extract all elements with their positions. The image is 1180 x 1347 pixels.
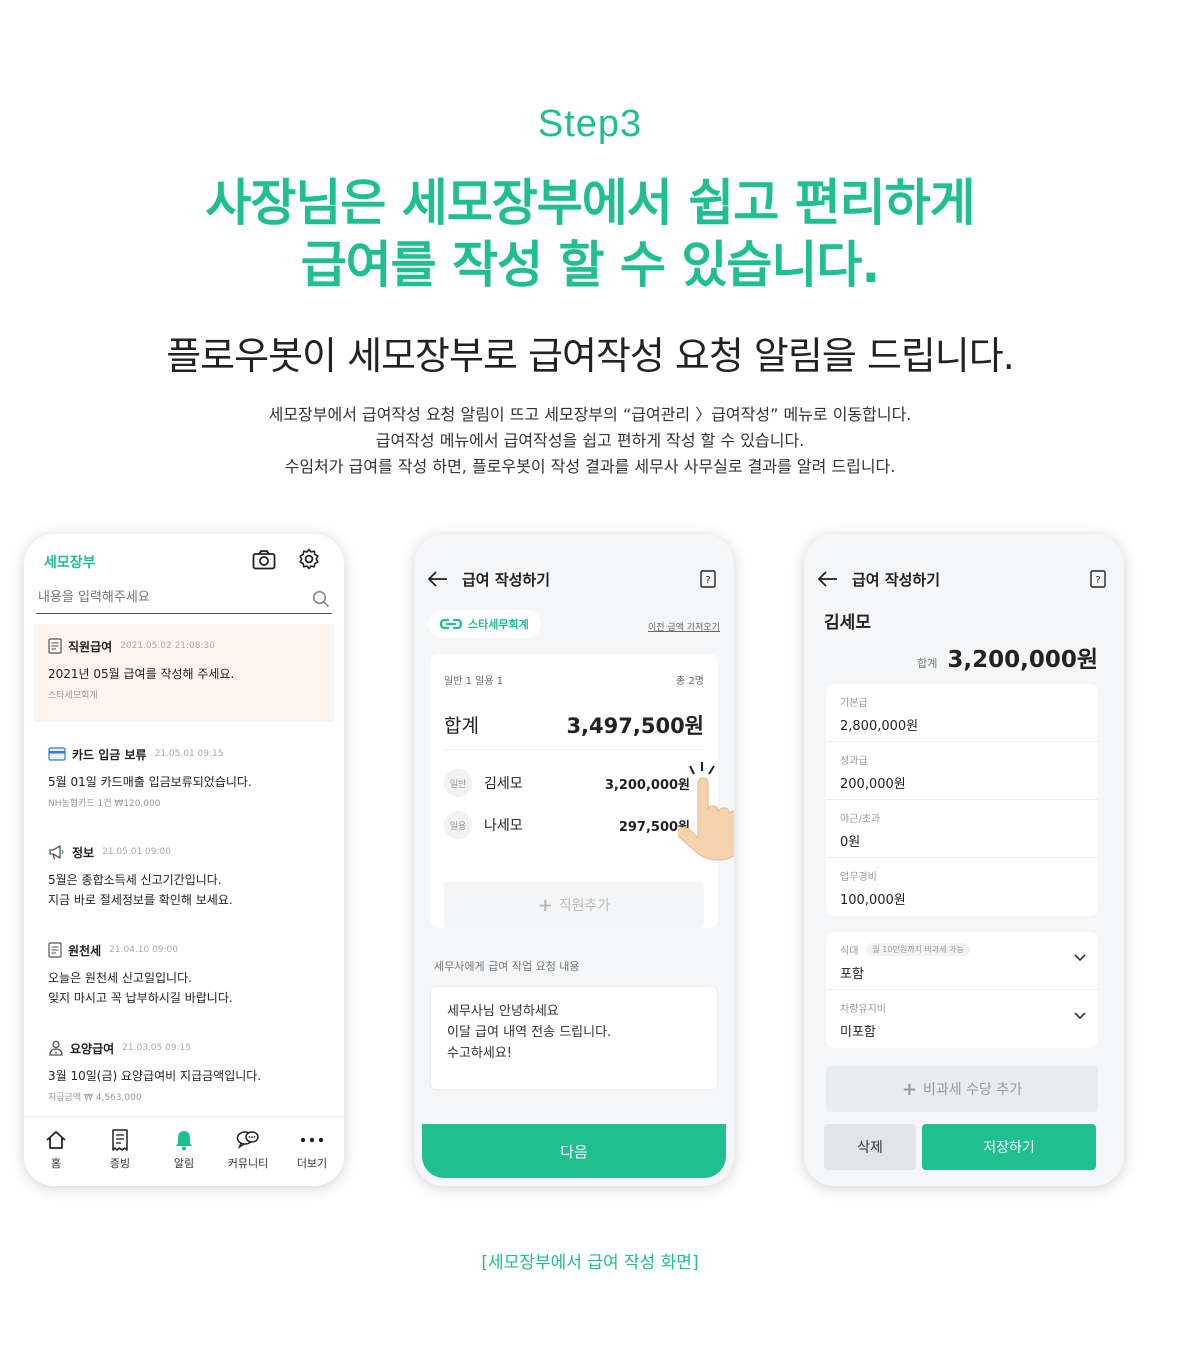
tab-more[interactable]: 더보기 [282,1129,342,1186]
request-message-field[interactable]: 세무사님 안녕하세요 이달 급여 내역 전송 드립니다. 수고하세요! [430,986,718,1090]
headline-line-1: 사장님은 세모장부에서 쉽고 편리하게 [205,174,975,232]
employee-total-count: 총 2명 [676,676,704,687]
notification-item[interactable]: 정보 21.05.01 09:00 5월은 종합소득세 신고기간입니다. 지금 … [34,830,334,922]
app-logo: 세모장부 [44,555,96,571]
camera-icon[interactable] [252,550,276,570]
headline: 사장님은 세모장부에서 쉽고 편리하게 급여를 작성 할 수 있습니다. [0,172,1180,296]
tab-receipt[interactable]: 증빙 [90,1129,150,1186]
employee-name: 김세모 [484,776,523,792]
figure-caption: [세모장부에서 급여 작성 화면] [481,1253,699,1273]
headline-line-2: 급여를 작성 할 수 있습니다. [300,236,881,294]
screen-header: 급여 작성하기 ? [818,564,1110,594]
employee-type-badge: 일반 [444,769,472,797]
screen-header: 급여 작성하기 ? [428,564,720,594]
tab-community[interactable]: 커뮤니티 [218,1129,278,1186]
home-icon [46,1131,66,1149]
pay-item-overtime[interactable]: 야근/초과 0원 [826,800,1098,858]
tap-hand-icon [678,762,734,861]
total-amount: 3,200,000원 [947,647,1098,673]
add-nontax-allowance-button[interactable]: + 비과세 수당 추가 [826,1066,1098,1112]
phone-notifications: 세모장부 직원급여 2021.05.02 21:08:30 2021년 05월 … [24,534,344,1186]
tax-free-note: 월 10만원까지 비과세 가능 [866,943,970,956]
notification-item[interactable]: 요양급여 21.03.05 09:15 3월 10일(금) 요양급여비 지급금액… [34,1026,334,1115]
notification-item[interactable]: 카드 입금 보류 21.05.01 09:15 5월 01일 카드매출 입금보류… [34,732,334,821]
employee-type-counts: 일반 1 일용 1 [444,676,504,687]
prev-amount-link[interactable]: 이전 금액 가져오기 [648,620,720,633]
document-icon [48,942,62,958]
description: 세모장부에서 급여작성 요청 알림이 뜨고 세모장부의 “급여관리 〉급여작성”… [268,405,912,476]
delete-button[interactable]: 삭제 [824,1124,916,1170]
save-button[interactable]: 저장하기 [922,1124,1096,1170]
back-arrow-icon[interactable] [818,571,838,587]
more-icon [300,1137,324,1143]
next-button[interactable]: 다음 [422,1124,726,1178]
notification-item[interactable]: 원천세 21.04.10 09:00 오늘은 원천세 신고일입니다. 잊지 마시… [34,928,334,1020]
total-amount: 3,497,500원 [566,713,704,738]
allowance-card: 식대 월 10만원까지 비과세 가능 포함 차량유지비 미포함 [826,932,1098,1048]
search-bar [36,586,332,614]
chat-icon [236,1131,259,1149]
payroll-summary-card: 일반 1 일용 1 총 2명 합계 3,497,500원 일반 김세모 3,20… [430,654,718,928]
employee-row[interactable]: 일반 김세모 3,200,000원 [444,768,704,798]
svg-text:?: ? [705,575,710,586]
meal-allowance-select[interactable]: 식대 월 10만원까지 비과세 가능 포함 [826,932,1098,990]
pay-item-bonus[interactable]: 성과급 200,000원 [826,742,1098,800]
employee-row[interactable]: 일용 나세모 297,500원 [444,810,704,840]
plus-icon: + [537,894,553,916]
notification-item[interactable]: 직원급여 2021.05.02 21:08:30 2021년 05월 급여를 작… [34,624,334,722]
help-icon[interactable]: ? [1090,570,1106,588]
search-icon[interactable] [312,590,330,608]
phone-payroll-detail: 급여 작성하기 ? 김세모 합계 3,200,000원 기본급 2,800,00… [804,534,1124,1186]
document-icon [48,638,62,654]
company-chip[interactable]: 스타세무회계 [428,610,541,638]
add-employee-button[interactable]: + 직원추가 [444,882,704,928]
subheadline: 플로우봇이 세모장부로 급여작성 요청 알림을 드립니다. [166,334,1015,378]
svg-text:?: ? [1095,575,1100,586]
bottom-tab-bar: 홈 증빙 알림 커뮤니티 더보기 [24,1116,344,1186]
caregiver-icon [49,1040,63,1056]
step-label: Step3 [527,100,653,148]
employee-name: 나세모 [484,818,523,834]
bell-icon [176,1131,192,1151]
vehicle-allowance-select[interactable]: 차량유지비 미포함 [826,990,1098,1048]
megaphone-icon [49,845,64,860]
employee-name: 김세모 [824,613,871,633]
total-label: 합계 [917,657,938,670]
tab-home[interactable]: 홈 [26,1129,86,1186]
request-label: 세무사에게 급여 작업 요청 내용 [434,960,580,973]
card-icon [48,747,66,761]
step-label-wrap: Step3 [0,100,1180,148]
total-label: 합계 [444,715,479,737]
pay-item-expense[interactable]: 업무경비 100,000원 [826,858,1098,916]
receipt-icon [112,1129,128,1151]
back-arrow-icon[interactable] [428,571,448,587]
tab-alerts[interactable]: 알림 [154,1129,214,1186]
search-input[interactable] [36,586,296,605]
employee-type-badge: 일용 [444,811,472,839]
phone-payroll-list: 급여 작성하기 ? 스타세무회계 이전 금액 가져오기 일반 1 일용 1 총 … [414,534,734,1186]
screen-title: 급여 작성하기 [852,570,941,589]
link-icon [440,618,462,630]
chevron-down-icon [1074,1012,1086,1020]
plus-icon: + [901,1078,918,1100]
gear-icon[interactable] [298,548,320,570]
chevron-down-icon [1074,954,1086,962]
pay-item-base[interactable]: 기본급 2,800,000원 [826,684,1098,742]
screen-title: 급여 작성하기 [462,570,551,589]
pay-items-card: 기본급 2,800,000원 성과급 200,000원 야근/초과 0원 업무경… [826,684,1098,916]
help-icon[interactable]: ? [700,570,716,588]
